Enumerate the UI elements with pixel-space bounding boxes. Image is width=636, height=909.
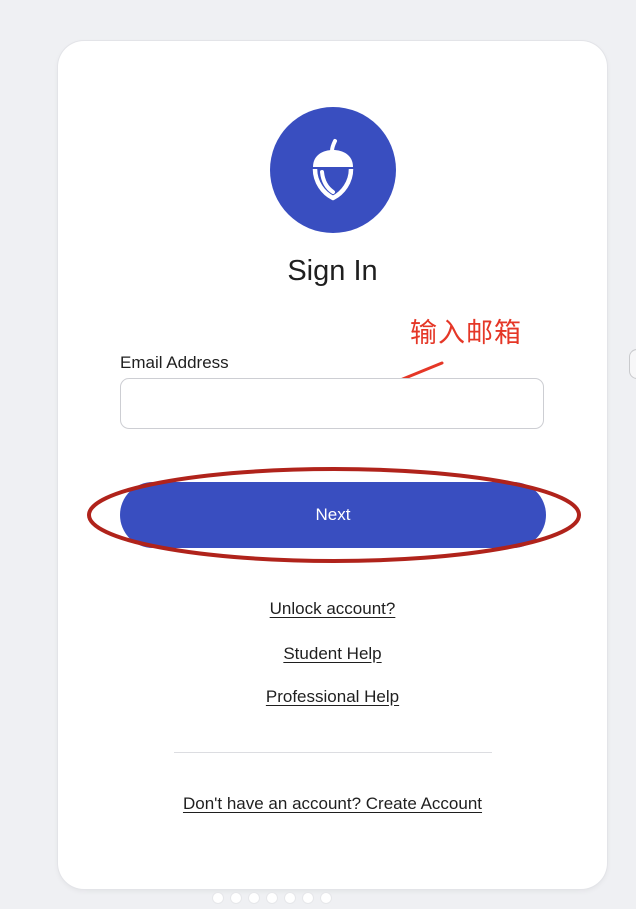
email-field[interactable]	[120, 378, 544, 429]
side-handle	[629, 349, 636, 379]
create-account-link[interactable]: Don't have an account? Create Account	[58, 794, 607, 814]
logo	[270, 107, 396, 233]
page-dot	[303, 893, 313, 903]
sign-in-card: Sign In 输入邮箱 Email Address Next Unlock a…	[58, 41, 607, 889]
page-dot	[231, 893, 241, 903]
page-title: Sign In	[287, 255, 378, 287]
page-dot	[321, 893, 331, 903]
page-indicator	[213, 893, 331, 903]
email-label: Email Address	[120, 353, 229, 372]
page-dot	[249, 893, 259, 903]
acorn-icon	[312, 139, 354, 201]
divider	[174, 752, 492, 753]
unlock-account-link[interactable]: Unlock account?	[58, 599, 607, 619]
student-help-link[interactable]: Student Help	[58, 644, 607, 664]
page-dot	[267, 893, 277, 903]
professional-help-link[interactable]: Professional Help	[58, 687, 607, 707]
next-button[interactable]: Next	[120, 482, 546, 548]
annotation-text: 输入邮箱	[410, 318, 522, 349]
page-dot	[213, 893, 223, 903]
page-dot	[285, 893, 295, 903]
page: Sign In 输入邮箱 Email Address Next Unlock a…	[0, 0, 636, 909]
